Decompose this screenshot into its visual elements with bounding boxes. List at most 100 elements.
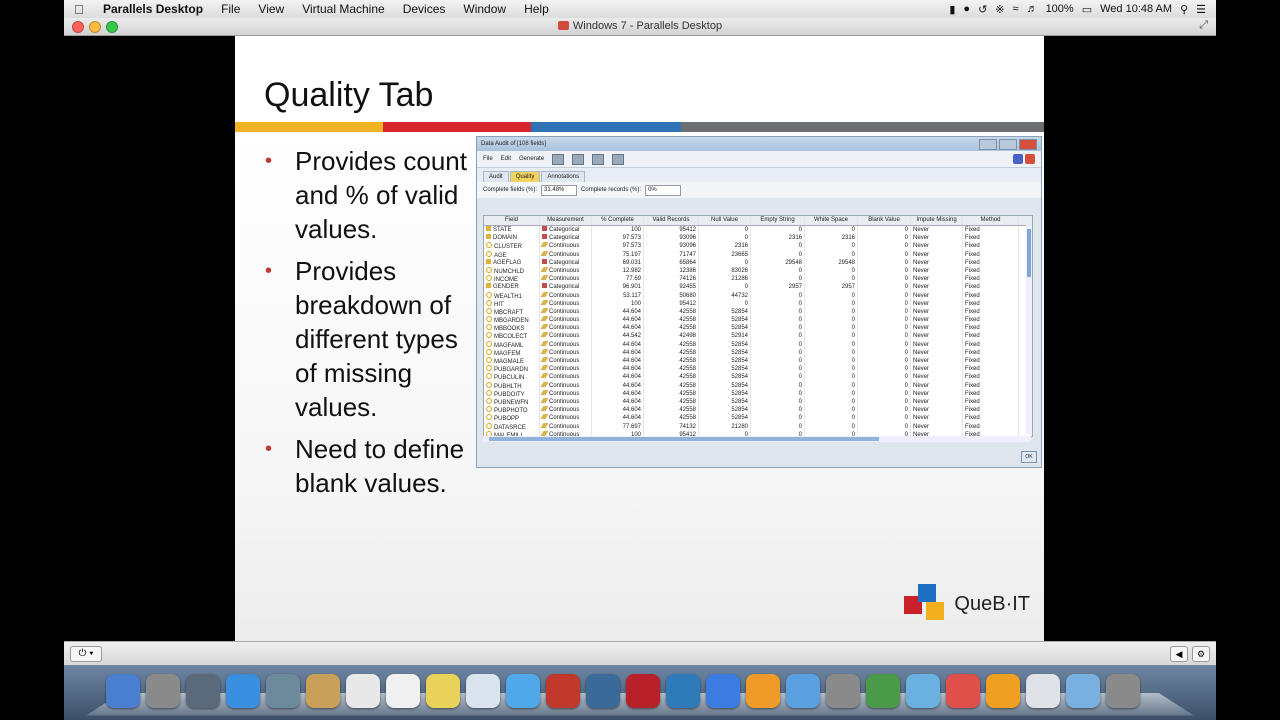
cell-text: 42558 xyxy=(679,317,696,324)
dock-app-icon[interactable] xyxy=(506,674,540,708)
cell-text: Never xyxy=(913,374,930,381)
table-cell: 0 xyxy=(858,357,911,366)
dock-app-icon[interactable] xyxy=(266,674,300,708)
cell-text: NUMCHLD xyxy=(494,268,524,275)
menu-app-name[interactable]: Parallels Desktop xyxy=(94,2,212,16)
menu-window[interactable]: Window xyxy=(454,2,515,16)
cell-text: PUBCULIN xyxy=(494,375,525,382)
spotlight-search-icon[interactable]: ⚲ xyxy=(1180,3,1188,16)
dock-app-icon[interactable] xyxy=(186,674,220,708)
table-cell: Never xyxy=(911,365,963,374)
dock-app-icon[interactable] xyxy=(226,674,260,708)
fullscreen-icon[interactable]: ⤢ xyxy=(1199,19,1208,32)
table-cell: 0 xyxy=(858,242,911,251)
table-cell: Continuous xyxy=(540,373,592,382)
dock-app-icon[interactable] xyxy=(906,674,940,708)
numeric-field-icon xyxy=(486,316,492,323)
dock-app-icon[interactable] xyxy=(306,674,340,708)
cell-text: 2957 xyxy=(841,284,855,291)
dock-app-icon[interactable] xyxy=(1026,674,1060,708)
battery-icon[interactable]: ▭ xyxy=(1082,3,1092,16)
history-icon[interactable]: ↺ xyxy=(978,3,987,16)
settings-gear-icon[interactable]: ⚙ xyxy=(1192,646,1210,662)
table-cell: NUMCHLD xyxy=(484,266,540,276)
back-icon[interactable]: ◀ xyxy=(1170,646,1188,662)
dock-app-icon[interactable] xyxy=(866,674,900,708)
dock-app-icon[interactable] xyxy=(466,674,500,708)
continuous-icon xyxy=(540,365,549,371)
dock-app-icon[interactable] xyxy=(746,674,780,708)
dock-app-icon[interactable] xyxy=(706,674,740,708)
dock-app-icon[interactable] xyxy=(346,674,380,708)
continuous-icon xyxy=(540,373,549,379)
table-row: MAGMALE Continuous 44.604 42558 52854 0 0 0 Neve… xyxy=(484,357,1032,366)
notification-list-icon[interactable]: ☰ xyxy=(1196,3,1206,16)
power-menu-button[interactable]: ⏻ ▾ xyxy=(70,646,102,662)
cell-text: Continuous xyxy=(549,398,580,405)
cell-text: 42558 xyxy=(679,366,696,373)
cell-text: 0 xyxy=(904,317,908,324)
battery-percent[interactable]: 100% xyxy=(1046,3,1074,15)
dock-app-icon[interactable] xyxy=(386,674,420,708)
menu-clock[interactable]: Wed 10:48 AM xyxy=(1100,3,1172,15)
dock-app-icon[interactable] xyxy=(1106,674,1140,708)
complete-records-label: Complete records (%): xyxy=(581,187,642,193)
table-cell: 42558 xyxy=(644,307,699,317)
cell-text: 0 xyxy=(904,423,908,430)
cell-text: AGEFLAG xyxy=(493,259,522,266)
status-icon[interactable]: ● xyxy=(963,3,970,15)
table-cell: 0 xyxy=(751,381,805,390)
menu-virtual-machine[interactable]: Virtual Machine xyxy=(293,2,394,16)
cell-text: 0 xyxy=(904,358,908,364)
cube-logo-icon xyxy=(904,584,948,624)
parallels-status-icon[interactable]: ▮ xyxy=(949,3,955,16)
wifi-icon[interactable]: ≈ xyxy=(1013,3,1019,15)
cell-text: 44.604 xyxy=(622,325,641,332)
cell-text: Fixed xyxy=(965,317,980,324)
table-cell: MAGFAML xyxy=(484,340,540,349)
audit-ok-button: OK xyxy=(1021,451,1037,463)
table-row: DOMAIN Categorical 97.573 93096 0 2316 2316 0 Ne… xyxy=(484,234,1032,243)
cell-text: Fixed xyxy=(965,325,980,332)
dock-app-icon[interactable] xyxy=(666,674,700,708)
dock-app-icon[interactable] xyxy=(786,674,820,708)
table-row: CLUSTER Continuous 97.573 93096 2316 0 0 0 Never… xyxy=(484,242,1032,251)
bluetooth-icon[interactable]: ※ xyxy=(995,3,1004,16)
dock-app-icon[interactable] xyxy=(826,674,860,708)
dock-app-icon[interactable] xyxy=(986,674,1020,708)
cell-text: 0 xyxy=(798,267,802,274)
dock-app-icon[interactable] xyxy=(626,674,660,708)
dock-app-icon[interactable] xyxy=(426,674,460,708)
cell-text: 42498 xyxy=(679,333,696,340)
cell-text: 0 xyxy=(798,292,802,299)
table-cell: Fixed xyxy=(963,275,1019,284)
menu-help[interactable]: Help xyxy=(515,2,558,16)
complete-fields-label: Complete fields (%): xyxy=(483,187,538,193)
table-cell: 0 xyxy=(751,373,805,382)
menu-file[interactable]: File xyxy=(212,2,249,16)
windows-vm-icon xyxy=(557,21,569,30)
dock-app-icon[interactable] xyxy=(546,674,580,708)
table-cell: 52854 xyxy=(699,414,751,423)
volume-icon[interactable]: ♬ xyxy=(1027,3,1038,15)
dock-app-icon[interactable] xyxy=(946,674,980,708)
dock-app-icon[interactable] xyxy=(106,674,140,708)
string-field-icon xyxy=(486,234,491,240)
dock-app-icon[interactable] xyxy=(146,674,180,708)
table-cell: 12.982 xyxy=(592,266,644,276)
menu-devices[interactable]: Devices xyxy=(394,2,455,16)
cell-text: 0 xyxy=(904,374,908,381)
table-cell: Never xyxy=(911,316,963,325)
table-cell: Fixed xyxy=(963,348,1019,357)
cell-text: 42558 xyxy=(679,325,696,332)
apple-icon[interactable]:  xyxy=(64,2,94,17)
cell-text: Continuous xyxy=(549,423,580,430)
cell-text: PUBDOITY xyxy=(494,391,525,398)
status-area: ▮ ● ↺ ※ ≈ ♬ 100% ▭ Wed 10:48 AM ⚲ ☰ xyxy=(949,3,1216,16)
dock-app-icon[interactable] xyxy=(586,674,620,708)
table-cell: 29548 xyxy=(751,258,805,267)
menu-view[interactable]: View xyxy=(249,2,293,16)
dock-app-icon[interactable] xyxy=(1066,674,1100,708)
cell-text: Fixed xyxy=(965,227,980,233)
table-cell: Fixed xyxy=(963,406,1019,415)
